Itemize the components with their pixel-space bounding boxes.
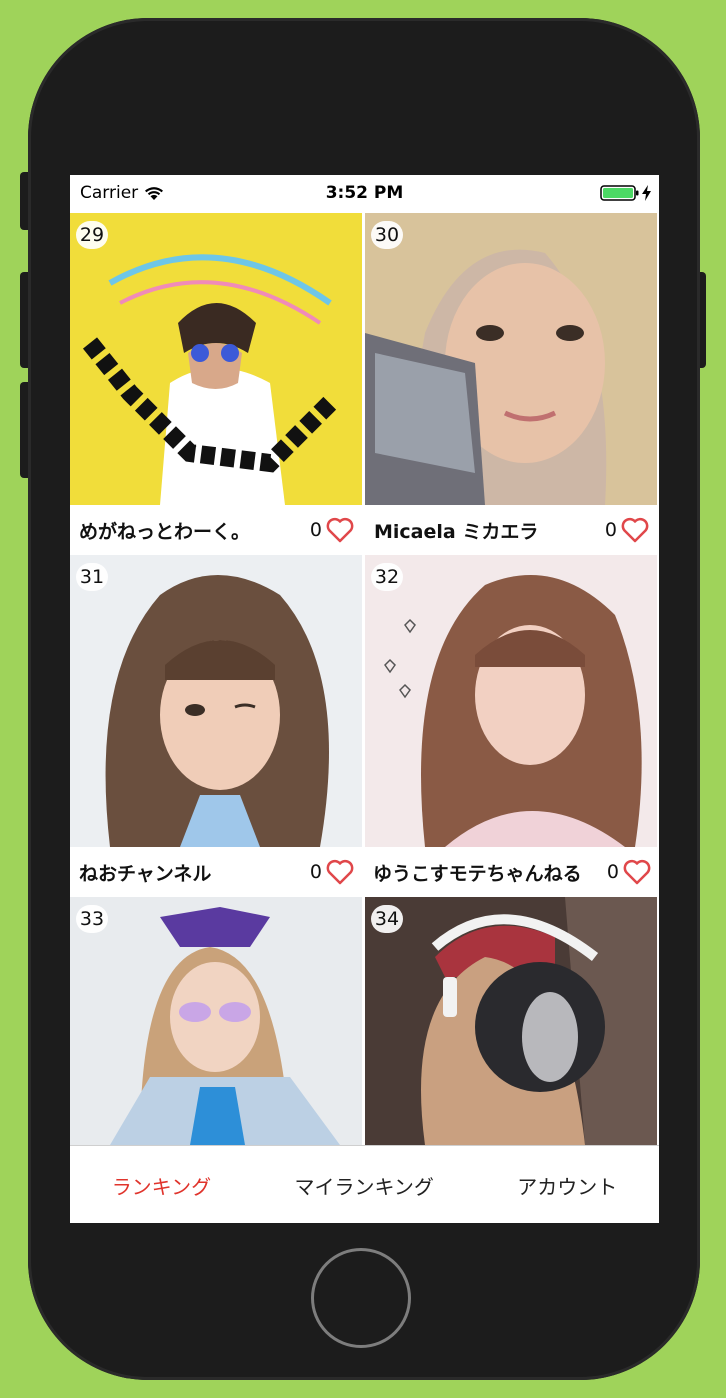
status-time: 3:52 PM [325,183,404,203]
heart-icon[interactable] [623,859,651,885]
charging-bolt-icon [642,185,651,201]
battery-icon [600,185,639,201]
channel-thumbnail[interactable]: 34 [365,897,657,1145]
rank-badge: 34 [371,905,403,933]
tab-ranking[interactable]: ランキング [112,1171,211,1200]
home-button[interactable] [311,1248,411,1348]
status-bar: Carrier 3:52 PM [70,175,659,213]
channel-name: ゆうこすモテちゃんねる [373,862,582,885]
rank-badge: 32 [371,563,403,591]
rank-badge: 31 [76,563,108,591]
like-control[interactable]: 0 [310,859,354,885]
heart-icon[interactable] [326,859,354,885]
rank-badge: 29 [76,221,108,249]
thumbnail-illustration [365,555,657,847]
channel-thumbnail[interactable]: 32 [365,555,657,847]
item-caption: Micaela ミカエラ 0 [365,505,657,555]
thumbnail-illustration [365,213,657,505]
rank-badge: 33 [76,905,108,933]
tab-account[interactable]: アカウント [517,1171,617,1200]
like-count: 0 [309,519,322,541]
like-count: 0 [606,861,619,883]
channel-name: ねおチャンネル [79,862,212,885]
item-caption: ゆうこすモテちゃんねる 0 [365,847,657,897]
like-count: 0 [604,519,617,541]
app-screen: Carrier 3:52 PM 29 めがねっとわーく。 0 30 Micael… [70,175,659,1223]
tab-bar: ランキング マイランキング アカウント [70,1145,659,1223]
thumbnail-illustration [365,897,657,1145]
heart-icon[interactable] [621,517,649,543]
battery-indicator [600,184,651,202]
thumbnail-illustration [70,555,362,847]
item-caption: めがねっとわーく。 0 [70,505,362,555]
like-control[interactable]: 0 [607,859,651,885]
heart-icon[interactable] [326,517,354,543]
channel-name: めがねっとわーく。 [79,520,251,543]
like-control[interactable]: 0 [310,517,354,543]
rank-badge: 30 [371,221,403,249]
like-count: 0 [309,861,322,883]
channel-thumbnail[interactable]: 31 [70,555,362,847]
thumbnail-illustration [70,897,362,1145]
item-caption: ねおチャンネル 0 [70,847,362,897]
channel-name: Micaela ミカエラ [374,520,539,543]
channel-thumbnail[interactable]: 33 [70,897,362,1145]
tab-my-ranking[interactable]: マイランキング [294,1171,433,1200]
like-control[interactable]: 0 [605,517,649,543]
thumbnail-illustration [70,213,362,505]
channel-thumbnail[interactable]: 30 [365,213,657,505]
channel-thumbnail[interactable]: 29 [70,213,362,505]
